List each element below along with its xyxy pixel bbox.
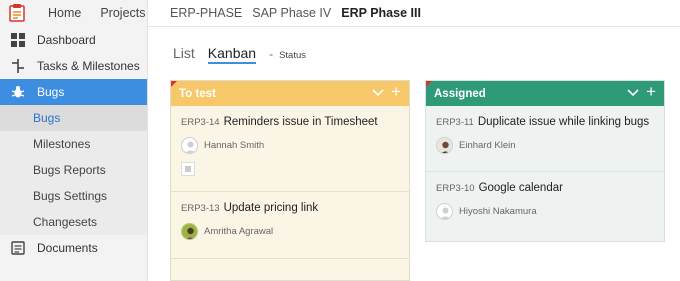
top-bar-left: Home Projects <box>0 0 148 27</box>
card-id[interactable]: ERP3-13 <box>181 203 220 214</box>
tab-list[interactable]: List <box>173 45 195 61</box>
sidebar-subitem-bugs-settings[interactable]: Bugs Settings <box>0 183 147 209</box>
main-content: List Kanban - Status To test + ERP3-14 R… <box>148 27 680 281</box>
chevron-down-icon[interactable] <box>626 85 640 99</box>
breadcrumb-erp-phase[interactable]: ERP-PHASE <box>170 6 242 20</box>
nav-home-link[interactable]: Home <box>48 6 81 20</box>
chevron-down-icon[interactable] <box>371 85 385 99</box>
owner-name[interactable]: Hiyoshi Nakamura <box>459 206 537 217</box>
owner-name[interactable]: Einhard Klein <box>459 140 516 151</box>
card-id[interactable]: ERP3-11 <box>436 117 474 128</box>
group-by-status[interactable]: Status <box>279 50 306 61</box>
column-flag-corner <box>426 81 432 87</box>
note-icon[interactable] <box>181 162 195 176</box>
sidebar-subitem-milestones[interactable]: Milestones <box>0 131 147 157</box>
sidebar-item-documents[interactable]: Documents <box>0 235 147 261</box>
kanban-column-to-test: To test + ERP3-14 Reminders issue in Tim… <box>170 80 410 281</box>
bug-icon <box>10 84 26 100</box>
kanban-card[interactable]: ERP3-14 Reminders issue in Timesheet Han… <box>171 106 409 192</box>
nav-projects-link[interactable]: Projects <box>100 6 145 20</box>
breadcrumb-erp-phase-iii[interactable]: ERP Phase III <box>341 6 421 20</box>
column-actions: + <box>626 83 656 100</box>
column-title: Assigned <box>434 87 486 100</box>
sidebar-item-tasks-milestones[interactable]: Tasks & Milestones <box>0 53 147 79</box>
card-owner: Einhard Klein <box>436 137 654 154</box>
app-logo-icon[interactable] <box>8 3 28 23</box>
kanban-card[interactable]: ERP3-13 Update pricing link Amritha Agra… <box>171 192 409 259</box>
add-card-icon[interactable]: + <box>391 83 401 100</box>
card-title-row: ERP3-13 Update pricing link <box>181 202 399 214</box>
sidebar: Dashboard Tasks & Milestones Bugs Bugs M… <box>0 27 148 281</box>
avatar-placeholder-icon <box>436 203 453 220</box>
breadcrumb-sap-phase-iv[interactable]: SAP Phase IV <box>252 6 331 20</box>
tab-kanban[interactable]: Kanban <box>207 45 257 64</box>
sidebar-subitem-bugs-reports[interactable]: Bugs Reports <box>0 157 147 183</box>
sidebar-item-label: Dashboard <box>37 33 96 47</box>
card-title-row: ERP3-10 Google calendar <box>436 182 654 194</box>
column-actions: + <box>371 83 401 100</box>
column-flag-corner <box>171 81 177 87</box>
owner-name[interactable]: Hannah Smith <box>204 140 264 151</box>
column-title: To test <box>179 87 216 100</box>
card-owner: Amritha Agrawal <box>181 223 399 240</box>
kanban-card[interactable]: ERP3-10 Google calendar Hiyoshi Nakamura <box>426 172 664 242</box>
card-id[interactable]: ERP3-14 <box>181 117 220 128</box>
column-header: To test + <box>171 81 409 106</box>
card-title[interactable]: Reminders issue in Timesheet <box>224 116 378 128</box>
card-id[interactable]: ERP3-10 <box>436 183 475 194</box>
avatar <box>181 223 198 240</box>
card-title-row: ERP3-11 Duplicate issue while linking bu… <box>436 116 654 128</box>
owner-name[interactable]: Amritha Agrawal <box>204 226 273 237</box>
card-title[interactable]: Update pricing link <box>224 202 319 214</box>
add-card-icon[interactable]: + <box>646 83 656 100</box>
avatar-placeholder-icon <box>181 137 198 154</box>
dashboard-icon <box>10 32 26 48</box>
documents-icon <box>10 240 26 256</box>
kanban-column-assigned: Assigned + ERP3-11 Duplicate issue while… <box>425 80 665 242</box>
sidebar-subitem-changesets[interactable]: Changesets <box>0 209 147 235</box>
sidebar-item-dashboard[interactable]: Dashboard <box>0 27 147 53</box>
sidebar-item-label: Documents <box>37 241 98 255</box>
kanban-card[interactable]: ERP3-11 Duplicate issue while linking bu… <box>426 106 664 172</box>
card-title-row: ERP3-14 Reminders issue in Timesheet <box>181 116 399 128</box>
sidebar-item-label: Bugs <box>37 85 65 99</box>
view-tabs: List Kanban - Status <box>173 45 306 64</box>
card-owner: Hiyoshi Nakamura <box>436 203 654 220</box>
view-separator: - <box>269 47 274 61</box>
card-title[interactable]: Google calendar <box>479 182 563 194</box>
sidebar-item-bugs[interactable]: Bugs <box>0 79 147 105</box>
sidebar-subitem-bugs[interactable]: Bugs <box>0 105 147 131</box>
tasks-icon <box>10 58 26 74</box>
avatar <box>436 137 453 154</box>
top-bar: Home Projects ERP-PHASE SAP Phase IV ERP… <box>0 0 680 27</box>
breadcrumb: ERP-PHASE SAP Phase IV ERP Phase III <box>148 0 431 27</box>
sidebar-item-label: Tasks & Milestones <box>37 59 140 73</box>
card-title[interactable]: Duplicate issue while linking bugs <box>478 116 649 128</box>
column-header: Assigned + <box>426 81 664 106</box>
card-owner: Hannah Smith <box>181 137 399 154</box>
